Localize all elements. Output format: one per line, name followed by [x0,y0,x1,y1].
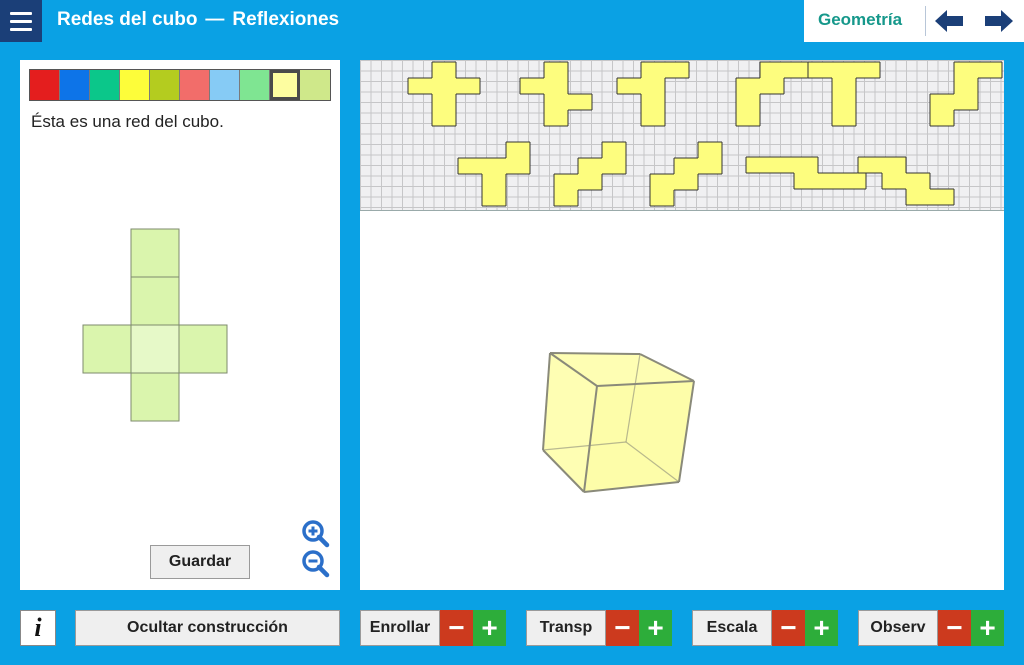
net-face[interactable] [82,324,132,374]
save-button[interactable]: Guardar [150,545,250,579]
observe-minus-button[interactable]: − [938,610,971,646]
workspace-panel [360,60,1004,590]
scale-control: Escala − + [692,610,838,646]
scale-minus-button[interactable]: − [772,610,805,646]
net-face[interactable] [178,324,228,374]
scale-label: Escala [692,610,772,646]
title-separator: — [205,9,225,30]
page-title: Redes del cubo — Reflexiones [57,9,339,31]
observe-label: Observ [858,610,938,646]
title-main: Redes del cubo [57,9,198,30]
transparency-plus-button[interactable]: + [639,610,672,646]
header-bar: Redes del cubo — Reflexiones Geometría [0,0,1024,42]
roll-plus-button[interactable]: + [473,610,506,646]
info-button[interactable]: i [20,610,56,646]
hide-construction-button[interactable]: Ocultar construcción [75,610,340,646]
zoom-out-icon[interactable] [302,550,330,578]
net-face[interactable] [130,372,180,422]
roll-minus-button[interactable]: − [440,610,473,646]
net-panel: Ésta es una red del cubo. Guardar [20,60,340,590]
hamburger-icon[interactable] [0,0,42,42]
observe-control: Observ − + [858,610,1004,646]
scale-plus-button[interactable]: + [805,610,838,646]
subject-nav: Geometría [804,0,1024,42]
arrow-left-icon[interactable] [934,9,964,33]
roll-label: Enrollar [360,610,440,646]
net-face[interactable] [130,228,180,278]
transparency-label: Transp [526,610,606,646]
transparency-minus-button[interactable]: − [606,610,639,646]
cube-net[interactable] [20,60,340,590]
net-face[interactable] [130,324,180,374]
cube-3d-view[interactable] [360,60,1004,590]
roll-control: Enrollar − + [360,610,506,646]
net-face[interactable] [130,276,180,326]
transparency-control: Transp − + [526,610,672,646]
arrow-right-icon[interactable] [984,9,1014,33]
title-sub: Reflexiones [232,9,340,30]
subject-label[interactable]: Geometría [818,10,902,30]
zoom-in-icon[interactable] [302,520,330,548]
observe-plus-button[interactable]: + [971,610,1004,646]
subject-divider [925,6,926,36]
